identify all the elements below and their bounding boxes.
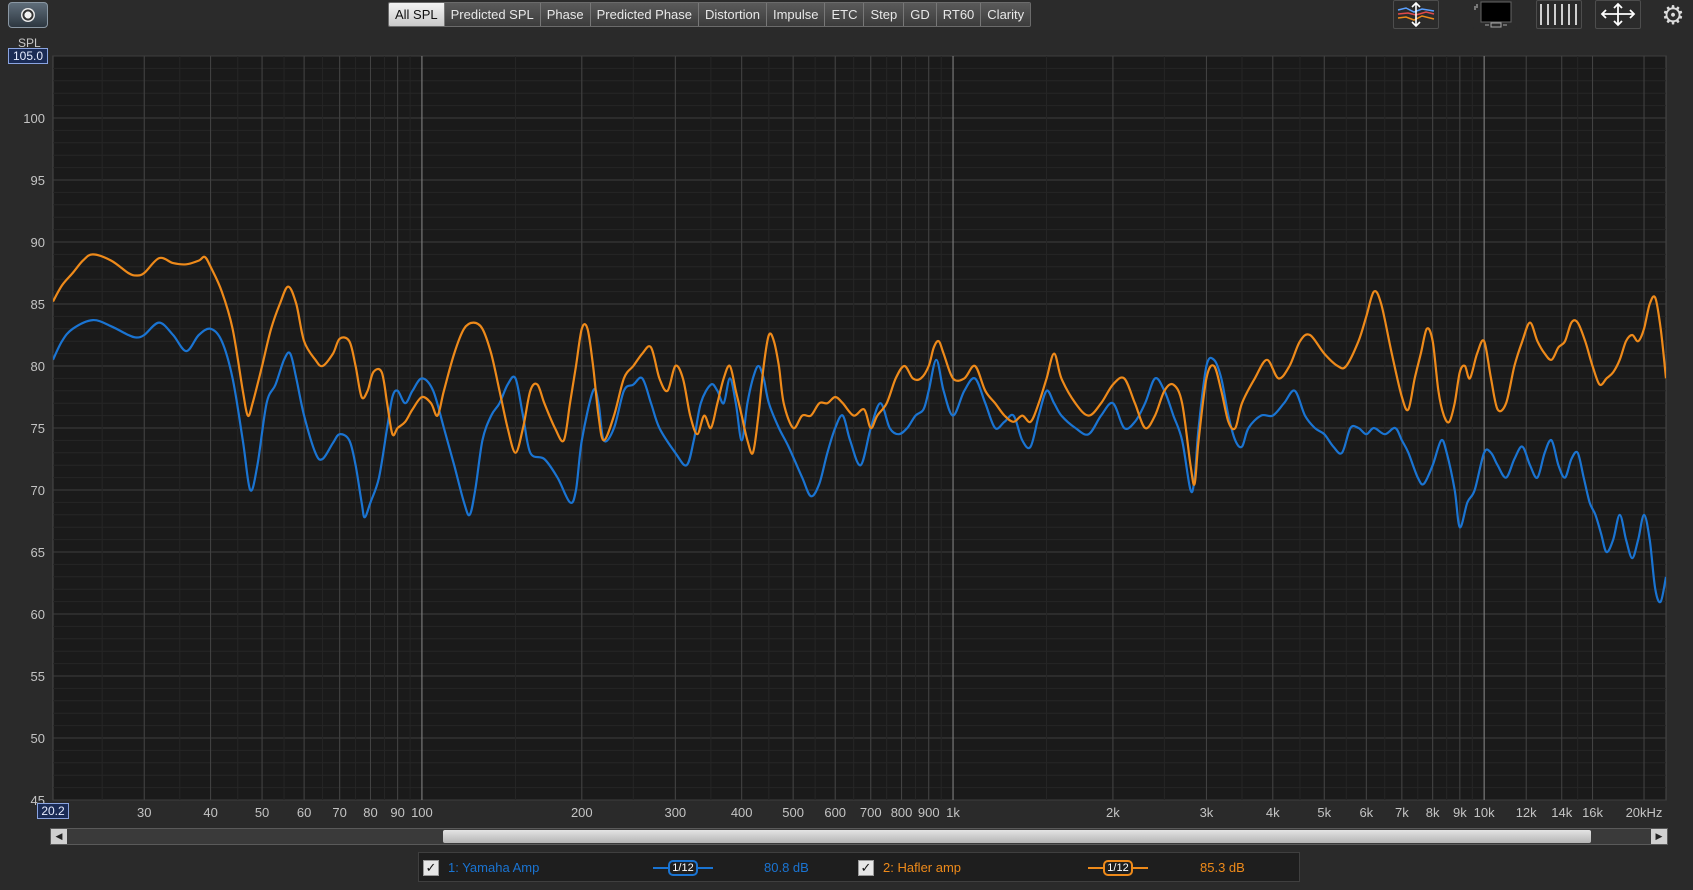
x-tick-label: 600 xyxy=(824,805,846,820)
x-tick-label: 5k xyxy=(1317,805,1331,820)
legend-level-yamaha: 80.8 dB xyxy=(764,860,809,875)
x-tick-label: 14k xyxy=(1551,805,1572,820)
x-tick-label: 30 xyxy=(137,805,151,820)
scroll-left-arrow-icon[interactable]: ◀ xyxy=(51,829,67,844)
horizontal-scrollbar[interactable]: ◀ ▶ xyxy=(50,828,1668,845)
x-tick-label: 60 xyxy=(297,805,311,820)
y-tick-label: 50 xyxy=(31,731,45,746)
x-tick-label: 70 xyxy=(332,805,346,820)
x-tick-label: 900 xyxy=(918,805,940,820)
x-tick-label: 7k xyxy=(1395,805,1409,820)
scroll-right-arrow-icon[interactable]: ▶ xyxy=(1651,829,1667,844)
y-tick-label: 80 xyxy=(31,359,45,374)
y-tick-label: 75 xyxy=(31,421,45,436)
legend-level-hafler: 85.3 dB xyxy=(1200,860,1245,875)
y-tick-label: 85 xyxy=(31,297,45,312)
x-tick-label: 8k xyxy=(1426,805,1440,820)
x-tick-label: 700 xyxy=(860,805,882,820)
measurement-legend: ✓ 1: Yamaha Amp 1/12 80.8 dB ✓ 2: Hafler… xyxy=(418,852,1300,882)
x-tick-label: 100 xyxy=(411,805,433,820)
x-tick-label: 40 xyxy=(203,805,217,820)
x-tick-label: 6k xyxy=(1359,805,1373,820)
y-tick-label: 65 xyxy=(31,545,45,560)
y-tick-label: 55 xyxy=(31,669,45,684)
y-tick-label: 95 xyxy=(31,173,45,188)
y-tick-label: 60 xyxy=(31,607,45,622)
x-tick-label: 9k xyxy=(1453,805,1467,820)
x-tick-label: 80 xyxy=(363,805,377,820)
x-tick-label: 500 xyxy=(782,805,804,820)
y-tick-label: 70 xyxy=(31,483,45,498)
legend-checkbox-yamaha[interactable]: ✓ xyxy=(423,860,439,876)
smoothing-selector-hafler[interactable]: 1/12 xyxy=(1088,858,1148,878)
x-tick-label: 16k xyxy=(1582,805,1603,820)
x-tick-label: 200 xyxy=(571,805,593,820)
smoothing-value-yamaha: 1/12 xyxy=(668,860,698,876)
y-tick-label: 100 xyxy=(23,111,45,126)
smoothing-value-hafler: 1/12 xyxy=(1103,860,1133,876)
x-tick-label: 400 xyxy=(731,805,753,820)
y-tick-label: 90 xyxy=(31,235,45,250)
x-axis-start-value[interactable]: 20.2 xyxy=(37,803,69,819)
x-tick-label: 20kHz xyxy=(1626,805,1663,820)
scrollbar-thumb[interactable] xyxy=(443,830,1591,843)
x-tick-label: 50 xyxy=(255,805,269,820)
x-tick-label: 90 xyxy=(390,805,404,820)
x-tick-label: 800 xyxy=(891,805,913,820)
x-tick-label: 1k xyxy=(946,805,960,820)
x-tick-label: 10k xyxy=(1474,805,1495,820)
x-tick-label: 3k xyxy=(1200,805,1214,820)
x-tick-label: 12k xyxy=(1516,805,1537,820)
x-tick-label: 2k xyxy=(1106,805,1120,820)
smoothing-selector-yamaha[interactable]: 1/12 xyxy=(653,858,713,878)
legend-checkbox-hafler[interactable]: ✓ xyxy=(858,860,874,876)
spl-graph[interactable]: 30 40 50 60 70 80 90 100 200 300 400 500 600 700 800 90… xyxy=(0,0,1693,828)
legend-label-yamaha[interactable]: 1: Yamaha Amp xyxy=(448,859,539,877)
x-tick-label: 4k xyxy=(1266,805,1280,820)
x-tick-label: 300 xyxy=(664,805,686,820)
legend-label-hafler[interactable]: 2: Hafler amp xyxy=(883,859,961,877)
